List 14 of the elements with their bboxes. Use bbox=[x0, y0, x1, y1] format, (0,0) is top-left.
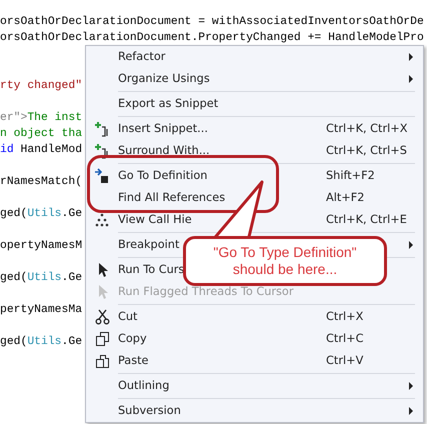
code-line: ged(Utils.Ge bbox=[0, 272, 82, 284]
code-line: ged(Utils.Ge bbox=[0, 336, 82, 348]
code-line: id HandleMod bbox=[0, 144, 82, 156]
code-line: rNamesMatch( bbox=[0, 176, 82, 188]
code-line: er">The inst bbox=[0, 112, 82, 124]
callout-text: should be here... bbox=[232, 261, 338, 278]
code-line: ged(Utils.Ge bbox=[0, 208, 82, 220]
code-line: orsOathOrDeclarationDocument = withAssociatedInventorsOathOrDe bbox=[0, 16, 424, 28]
code-line: n object tha bbox=[0, 128, 82, 140]
code-line: opertyNamesM bbox=[0, 240, 82, 252]
code-line: pertyNamesMa bbox=[0, 304, 82, 316]
code-line: orsOathOrDeclarationDocument.PropertyChanged += HandleModelPro bbox=[0, 32, 424, 44]
code-line: rty changed" bbox=[0, 80, 82, 92]
callout-text: "Go To Type Definition" bbox=[212, 244, 358, 261]
